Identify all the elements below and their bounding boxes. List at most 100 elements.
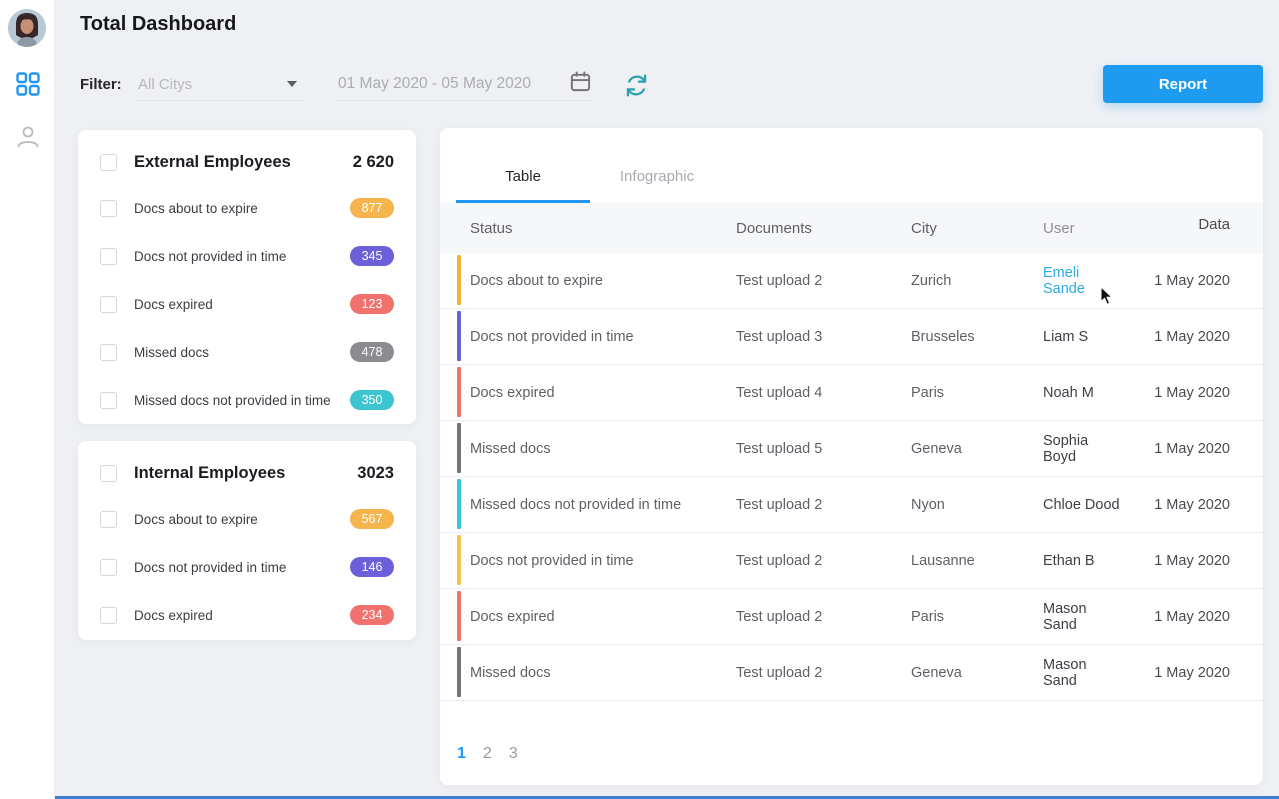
table-body: Docs about to expireTest upload 2ZurichE…	[440, 253, 1263, 701]
cell-city: Paris	[911, 385, 1043, 401]
tab-infographic[interactable]: Infographic	[590, 168, 724, 203]
table-panel: Table Infographic Status Documents City …	[440, 128, 1263, 785]
summary-item-label: Docs not provided in time	[134, 249, 350, 264]
table-row[interactable]: Missed docsTest upload 5GenevaSophia Boy…	[440, 421, 1263, 477]
table-header-row: Status Documents City User Data	[440, 203, 1263, 253]
table-row[interactable]: Docs expiredTest upload 4ParisNoah M1 Ma…	[440, 365, 1263, 421]
item-checkbox[interactable]	[100, 296, 117, 313]
count-badge: 877	[350, 198, 394, 218]
summary-item-label: Missed docs	[134, 345, 350, 360]
tab-table[interactable]: Table	[456, 168, 590, 203]
cell-city: Brusseles	[911, 329, 1043, 345]
cell-status: Missed docs	[470, 441, 736, 457]
mouse-arrow-cursor	[1100, 286, 1117, 311]
user-avatar[interactable]	[8, 9, 46, 47]
summary-item: Docs about to expire877	[100, 194, 394, 222]
summary-item-label: Docs about to expire	[134, 201, 350, 216]
count-badge: 234	[350, 605, 394, 625]
table-row[interactable]: Docs expiredTest upload 2ParisMason Sand…	[440, 589, 1263, 645]
page-title: Total Dashboard	[80, 13, 236, 36]
page-number-3[interactable]: 3	[509, 745, 518, 763]
city-filter-value: All Citys	[138, 76, 192, 93]
cell-documents: Test upload 3	[736, 329, 911, 345]
column-header-status: Status	[470, 220, 736, 237]
row-status-accent	[457, 535, 461, 585]
cell-documents: Test upload 2	[736, 609, 911, 625]
page-number-1[interactable]: 1	[457, 745, 466, 763]
internal-employees-card: Internal Employees 3023 Docs about to ex…	[78, 441, 416, 640]
row-status-accent	[457, 255, 461, 305]
summary-item: Docs expired123	[100, 290, 394, 318]
city-filter-select[interactable]: All Citys	[138, 68, 305, 101]
external-employees-card: External Employees 2 620 Docs about to e…	[78, 130, 416, 424]
count-badge: 567	[350, 509, 394, 529]
cell-user: Chloe Dood	[1043, 497, 1120, 513]
left-sidebar	[0, 0, 55, 799]
cell-documents: Test upload 2	[736, 553, 911, 569]
item-checkbox[interactable]	[100, 200, 117, 217]
card-checkbox[interactable]	[100, 154, 117, 171]
cell-status: Docs not provided in time	[470, 329, 736, 345]
cell-user: Mason Sand	[1043, 657, 1120, 689]
tab-bar: Table Infographic	[440, 128, 1263, 203]
card-total: 2 620	[353, 153, 394, 172]
item-checkbox[interactable]	[100, 511, 117, 528]
summary-item: Missed docs not provided in time350	[100, 386, 394, 414]
card-checkbox[interactable]	[100, 465, 117, 482]
column-header-user: User	[1043, 220, 1120, 237]
page-number-2[interactable]: 2	[483, 745, 492, 763]
cell-documents: Test upload 2	[736, 497, 911, 513]
card-total: 3023	[357, 464, 394, 483]
table-row[interactable]: Missed docsTest upload 2GenevaMason Sand…	[440, 645, 1263, 701]
cell-date: 1 May 2020	[1120, 609, 1230, 625]
item-checkbox[interactable]	[100, 392, 117, 409]
filter-label: Filter:	[80, 76, 122, 93]
summary-item-label: Docs about to expire	[134, 512, 350, 527]
date-range-value: 01 May 2020 - 05 May 2020	[338, 75, 531, 93]
summary-item-label: Missed docs not provided in time	[134, 393, 350, 408]
cell-status: Missed docs not provided in time	[470, 497, 736, 513]
table-row[interactable]: Docs about to expireTest upload 2ZurichE…	[440, 253, 1263, 309]
column-header-documents: Documents	[736, 220, 911, 237]
summary-item: Docs not provided in time345	[100, 242, 394, 270]
cell-documents: Test upload 4	[736, 385, 911, 401]
cell-date: 1 May 2020	[1120, 441, 1230, 457]
summary-item: Docs not provided in time146	[100, 553, 394, 581]
cell-city: Zurich	[911, 273, 1043, 289]
cell-city: Nyon	[911, 497, 1043, 513]
cell-date: 1 May 2020	[1120, 497, 1230, 513]
table-row[interactable]: Docs not provided in timeTest upload 3Br…	[440, 309, 1263, 365]
cell-documents: Test upload 2	[736, 273, 911, 289]
column-header-data: Data	[1120, 216, 1230, 233]
row-status-accent	[457, 479, 461, 529]
table-row[interactable]: Missed docs not provided in timeTest upl…	[440, 477, 1263, 533]
refresh-icon[interactable]	[621, 70, 651, 100]
item-checkbox[interactable]	[100, 344, 117, 361]
cell-date: 1 May 2020	[1120, 665, 1230, 681]
dashboard-app: Total Dashboard Filter: All Citys 01 May…	[0, 0, 1279, 799]
row-status-accent	[457, 591, 461, 641]
cell-user: Sophia Boyd	[1043, 433, 1120, 465]
cell-status: Missed docs	[470, 665, 736, 681]
summary-item-label: Docs not provided in time	[134, 560, 350, 575]
calendar-icon[interactable]	[569, 70, 592, 98]
cell-city: Paris	[911, 609, 1043, 625]
count-badge: 146	[350, 557, 394, 577]
table-row[interactable]: Docs not provided in timeTest upload 2La…	[440, 533, 1263, 589]
item-checkbox[interactable]	[100, 248, 117, 265]
date-range-input[interactable]: 01 May 2020 - 05 May 2020	[338, 68, 592, 101]
user-outline-icon[interactable]	[15, 124, 41, 150]
cell-status: Docs not provided in time	[470, 553, 736, 569]
count-badge: 123	[350, 294, 394, 314]
summary-item: Missed docs478	[100, 338, 394, 366]
report-button[interactable]: Report	[1103, 65, 1263, 103]
dashboard-grid-icon[interactable]	[15, 71, 41, 97]
row-status-accent	[457, 423, 461, 473]
cell-date: 1 May 2020	[1120, 273, 1230, 289]
item-checkbox[interactable]	[100, 559, 117, 576]
card-title: External Employees	[134, 153, 353, 172]
item-checkbox[interactable]	[100, 607, 117, 624]
cell-status: Docs expired	[470, 385, 736, 401]
count-badge: 478	[350, 342, 394, 362]
count-badge: 345	[350, 246, 394, 266]
